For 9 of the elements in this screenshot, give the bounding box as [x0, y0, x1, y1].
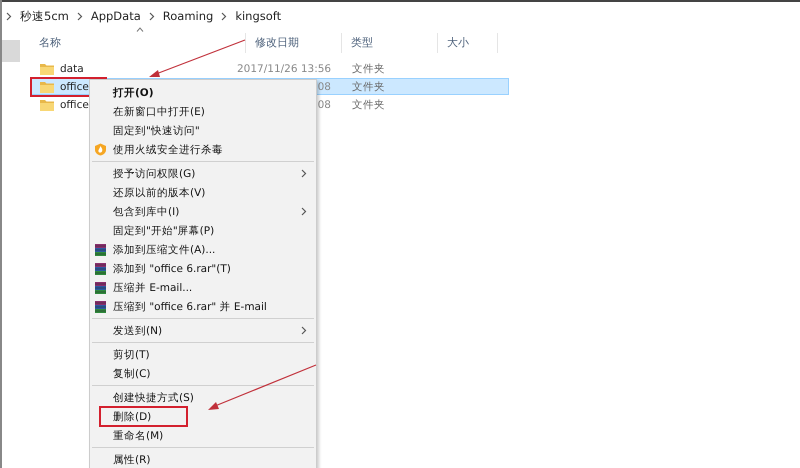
- file-name: data: [60, 62, 84, 74]
- file-type: 文件夹: [351, 98, 386, 112]
- modified-date: 2017/11/26 13:56: [237, 62, 331, 74]
- file-name: office: [60, 98, 89, 110]
- file-name: office: [60, 80, 89, 92]
- file-type: 文件夹: [351, 80, 386, 94]
- modified-date: 08: [316, 80, 331, 92]
- modified-date: 08: [316, 98, 331, 110]
- file-type: 文件夹: [351, 62, 386, 76]
